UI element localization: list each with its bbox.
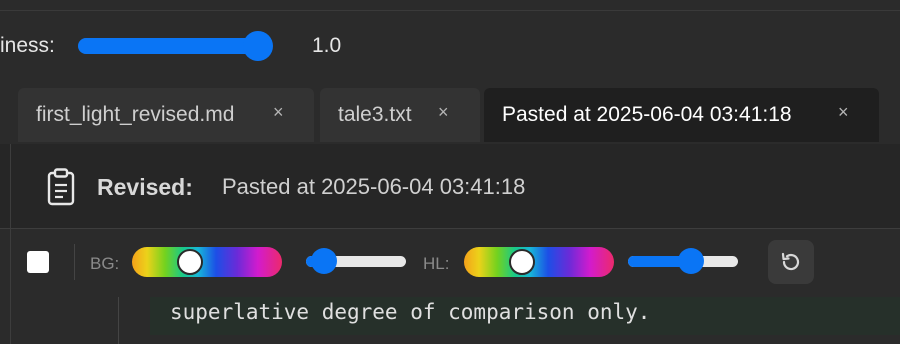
line-gutter [118,297,119,344]
reset-icon [781,252,800,271]
tab-label: Pasted at 2025-06-04 03:41:18 [502,103,792,126]
hl-hue-knob[interactable] [508,249,535,275]
slider-thumb[interactable] [677,248,704,274]
tab-strip: first_light_revised.md × tale3.txt × Pas… [0,82,900,144]
main-slider[interactable] [78,31,273,61]
revised-label: Revised: [97,174,193,200]
top-border [0,10,900,11]
bg-hue-slider[interactable] [132,247,282,277]
slider-thumb[interactable] [311,248,338,274]
bg-opacity-slider[interactable] [306,248,406,274]
close-icon[interactable]: × [838,102,849,123]
slider-fill [78,38,258,54]
enable-checkbox[interactable] [27,251,49,273]
tab-label: first_light_revised.md [36,103,235,126]
bg-hue-knob[interactable] [176,249,203,275]
clipboard-icon [47,168,75,206]
document-title: Pasted at 2025-06-04 03:41:18 [222,174,526,199]
toolbar-divider [74,244,75,280]
left-border [10,144,11,344]
tab-tale3[interactable]: tale3.txt × [320,88,480,142]
hl-hue-slider[interactable] [464,247,614,277]
slider-label: iness: [0,34,55,57]
tab-pasted[interactable]: Pasted at 2025-06-04 03:41:18 × [484,88,879,142]
tab-label: tale3.txt [338,103,412,126]
close-icon[interactable]: × [438,102,449,123]
tab-first-light-revised[interactable]: first_light_revised.md × [18,88,314,142]
close-icon[interactable]: × [273,102,284,123]
slider-thumb[interactable] [243,31,273,61]
hl-opacity-slider[interactable] [628,248,738,274]
hl-label: HL: [423,254,450,273]
editor-line-text[interactable]: superlative degree of comparison only. [170,300,650,324]
bg-label: BG: [90,254,120,273]
slider-value: 1.0 [312,34,342,57]
reset-button[interactable] [768,240,814,284]
